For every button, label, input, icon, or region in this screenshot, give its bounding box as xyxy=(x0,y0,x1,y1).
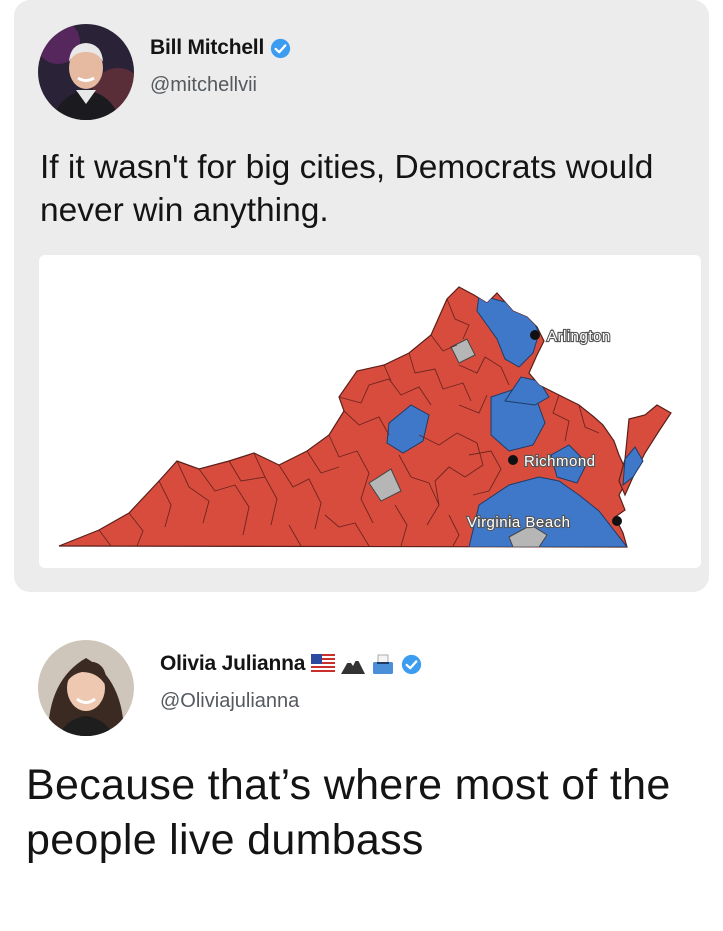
verified-badge-icon xyxy=(401,654,422,675)
author-handle[interactable]: @mitchellvii xyxy=(150,74,257,97)
virginia-county-map: Arlington Richmond Virginia Beach xyxy=(39,255,701,568)
author-handle[interactable]: @Oliviajulianna xyxy=(160,690,299,713)
ballot-box-icon xyxy=(371,654,395,674)
avatar-photo xyxy=(38,24,134,120)
author-name-row: Bill Mitchell xyxy=(150,36,291,60)
tweet-text: If it wasn't for big cities, Democrats w… xyxy=(40,149,654,229)
city-label-virginia-beach: Virginia Beach xyxy=(467,514,570,531)
virginia-map-svg: Arlington Richmond Virginia Beach xyxy=(58,286,672,548)
reply-tweet-text: Because that’s where most of the people … xyxy=(26,761,671,864)
virginia-beach-marker xyxy=(612,516,622,526)
us-flag-icon xyxy=(311,654,336,674)
author-name-row: Olivia Julianna xyxy=(160,652,422,676)
avatar-bill-mitchell[interactable] xyxy=(38,24,134,120)
author-name[interactable]: Bill Mitchell xyxy=(150,36,264,60)
city-label-arlington: Arlington xyxy=(547,328,611,345)
author-name[interactable]: Olivia Julianna xyxy=(160,652,305,676)
city-label-richmond: Richmond xyxy=(524,453,596,470)
richmond-marker xyxy=(508,455,518,465)
mountain-icon xyxy=(341,654,366,674)
avatar-photo xyxy=(38,640,134,736)
avatar-olivia-julianna[interactable] xyxy=(38,640,134,736)
verified-badge-icon xyxy=(270,38,291,59)
arlington-marker xyxy=(530,330,540,340)
